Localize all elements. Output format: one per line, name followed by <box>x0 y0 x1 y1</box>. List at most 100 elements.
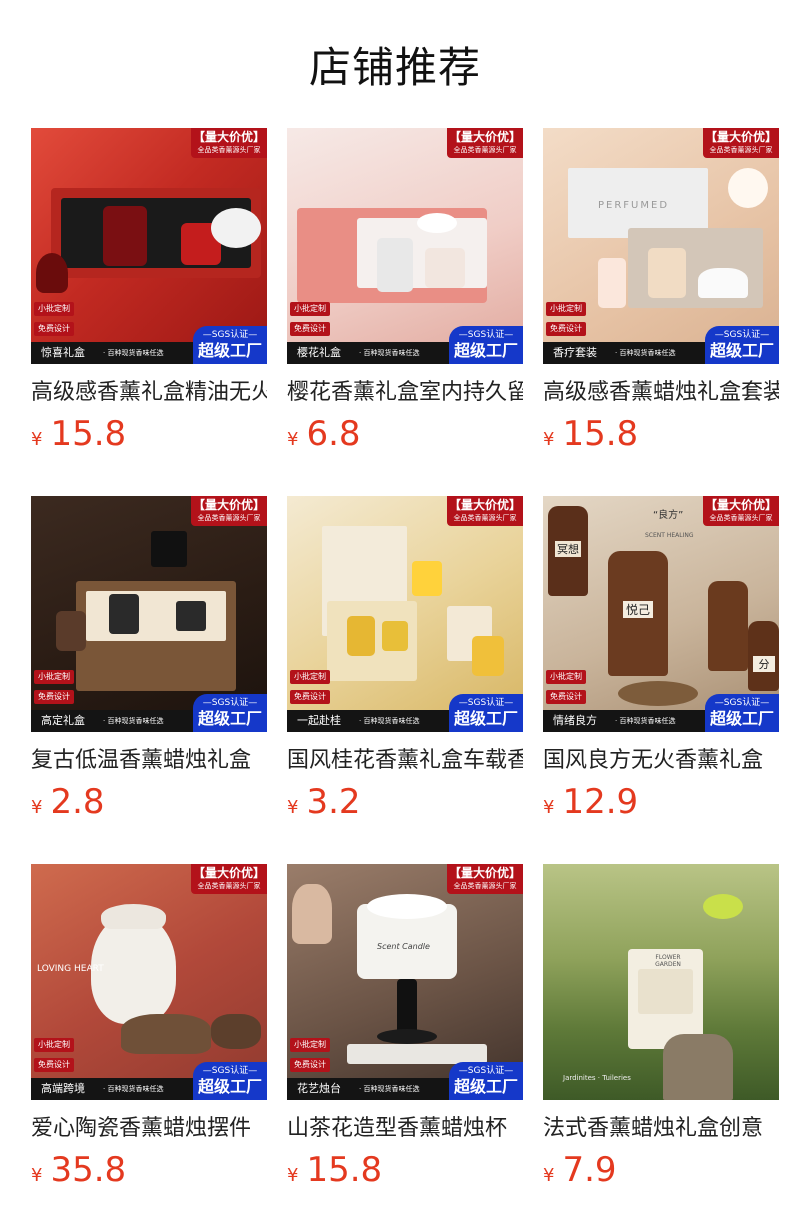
product-card[interactable]: PERFUMED 【量大价优】 全品类香薰源头厂家 小批定制 免费设计 香疗套装… <box>543 128 779 454</box>
product-card[interactable]: 【量大价优】 全品类香薰源头厂家 小批定制 免费设计 樱花礼盒 · 百种现货香味… <box>287 128 523 454</box>
promo-banner: 【量大价优】 全品类香薰源头厂家 <box>191 864 267 894</box>
promo-sub-text: 全品类香薰源头厂家 <box>709 514 773 522</box>
currency-symbol: ¥ <box>31 1165 43 1186</box>
badge-main-text: 超级工厂 <box>453 1077 518 1096</box>
sgs-badge: —SGS认证— 超级工厂 <box>449 1062 523 1100</box>
product-image[interactable]: LOVING HEART 【量大价优】 全品类香薰源头厂家 小批定制 免费设计 … <box>31 864 267 1100</box>
product-price: ¥15.8 <box>543 414 779 454</box>
strip-name: 香疗套装 <box>553 346 597 359</box>
image-caption: LOVING HEART <box>37 964 104 974</box>
product-shape <box>663 1034 733 1100</box>
bottle-label: 悦己 <box>623 601 653 618</box>
promo-main-text: 【量大价优】 <box>192 866 265 880</box>
product-image[interactable]: 【量大价优】 全品类香薰源头厂家 小批定制 免费设计 一起赴桂 · 百种现货香味… <box>287 496 523 732</box>
badge-top-text: —SGS认证— <box>202 1066 258 1076</box>
badge-main-text: 超级工厂 <box>197 1077 262 1096</box>
product-name[interactable]: 山茶花造型香薰蜡烛杯 <box>287 1114 523 1144</box>
image-caption: Scent Candle <box>377 942 430 951</box>
product-name[interactable]: 复古低温香薰蜡烛礼盒 <box>31 746 267 776</box>
product-shape <box>708 581 748 671</box>
product-shape <box>151 531 187 567</box>
strip-sub: · 百种现货香味任选 <box>103 1085 164 1093</box>
sgs-badge: —SGS认证— 超级工厂 <box>449 326 523 364</box>
product-card[interactable]: 【量大价优】 全品类香薰源头厂家 小批定制 免费设计 惊喜礼盒 · 百种现货香味… <box>31 128 267 454</box>
promo-sub-text: 全品类香薰源头厂家 <box>197 146 261 154</box>
image-caption: Jardinites · Tuileries <box>563 1074 631 1082</box>
tag-small-batch: 小批定制 <box>34 670 74 684</box>
product-image[interactable]: FLOWER GARDEN Jardinites · Tuileries <box>543 864 779 1100</box>
currency-symbol: ¥ <box>543 1165 555 1186</box>
product-name[interactable]: 高级感香薰蜡烛礼盒套装 <box>543 378 779 408</box>
product-name[interactable]: 爱心陶瓷香薰蜡烛摆件 <box>31 1114 267 1144</box>
sgs-badge: —SGS认证— 超级工厂 <box>705 694 779 732</box>
strip-name: 花艺烛台 <box>297 1082 341 1095</box>
price-value: 3.2 <box>306 782 361 822</box>
badge-main-text: 超级工厂 <box>453 709 518 728</box>
strip-sub: · 百种现货香味任选 <box>103 717 164 725</box>
currency-symbol: ¥ <box>287 797 299 818</box>
image-caption: PERFUMED <box>598 200 670 211</box>
badge-main-text: 超级工厂 <box>709 709 774 728</box>
promo-sub-text: 全品类香薰源头厂家 <box>453 514 517 522</box>
product-name[interactable]: 国风良方无火香薰礼盒 <box>543 746 779 776</box>
badge-main-text: 超级工厂 <box>453 341 518 360</box>
promo-main-text: 【量大价优】 <box>448 866 521 880</box>
product-name[interactable]: 高级感香薰礼盒精油无火香薰 <box>31 378 267 408</box>
product-image[interactable]: Scent Candle 【量大价优】 全品类香薰源头厂家 小批定制 免费设计 … <box>287 864 523 1100</box>
badge-top-text: —SGS认证— <box>458 330 514 340</box>
product-shape <box>377 238 413 292</box>
product-shape <box>412 561 442 596</box>
promo-sub-text: 全品类香薰源头厂家 <box>453 146 517 154</box>
product-image[interactable]: 【量大价优】 全品类香薰源头厂家 小批定制 免费设计 惊喜礼盒 · 百种现货香味… <box>31 128 267 364</box>
strip-sub: · 百种现货香味任选 <box>359 1085 420 1093</box>
product-shape <box>211 208 261 248</box>
product-shape <box>382 621 408 651</box>
tag-small-batch: 小批定制 <box>34 1038 74 1052</box>
product-card[interactable]: 【量大价优】 全品类香薰源头厂家 小批定制 免费设计 高定礼盒 · 百种现货香味… <box>31 496 267 822</box>
currency-symbol: ¥ <box>287 429 299 450</box>
product-shape <box>103 206 147 266</box>
product-card[interactable]: 【量大价优】 全品类香薰源头厂家 小批定制 免费设计 一起赴桂 · 百种现货香味… <box>287 496 523 822</box>
price-value: 7.9 <box>562 1150 617 1190</box>
price-value: 12.9 <box>562 782 639 822</box>
currency-symbol: ¥ <box>543 797 555 818</box>
tag-free-design: 免费设计 <box>34 322 74 336</box>
product-shape <box>36 253 68 293</box>
product-name[interactable]: 樱花香薰礼盒室内持久留香 <box>287 378 523 408</box>
product-price: ¥3.2 <box>287 782 523 822</box>
product-shape <box>347 1044 487 1064</box>
product-name[interactable]: 法式香薰蜡烛礼盒创意 <box>543 1114 779 1144</box>
product-image[interactable]: PERFUMED 【量大价优】 全品类香薰源头厂家 小批定制 免费设计 香疗套装… <box>543 128 779 364</box>
tag-free-design: 免费设计 <box>290 322 330 336</box>
price-value: 35.8 <box>50 1150 127 1190</box>
product-shape <box>648 248 686 298</box>
product-card[interactable]: FLOWER GARDEN Jardinites · Tuileries 法式香… <box>543 864 779 1190</box>
product-shape <box>56 611 86 651</box>
product-card[interactable]: “良方” SCENT HEALING 冥想 悦己 分 【量大价优】 全品类香薰源… <box>543 496 779 822</box>
tag-free-design: 免费设计 <box>34 1058 74 1072</box>
tag-free-design: 免费设计 <box>546 322 586 336</box>
product-shape <box>367 894 447 919</box>
image-caption: SCENT HEALING <box>645 532 694 539</box>
product-name[interactable]: 国风桂花香薰礼盒车载香 <box>287 746 523 776</box>
tag-free-design: 免费设计 <box>34 690 74 704</box>
product-image[interactable]: 【量大价优】 全品类香薰源头厂家 小批定制 免费设计 高定礼盒 · 百种现货香味… <box>31 496 267 732</box>
product-price: ¥6.8 <box>287 414 523 454</box>
strip-sub: · 百种现货香味任选 <box>359 717 420 725</box>
product-image[interactable]: 【量大价优】 全品类香薰源头厂家 小批定制 免费设计 樱花礼盒 · 百种现货香味… <box>287 128 523 364</box>
promo-main-text: 【量大价优】 <box>448 130 521 144</box>
product-price: ¥15.8 <box>287 1150 523 1190</box>
strip-name: 一起赴桂 <box>297 714 341 727</box>
promo-banner: 【量大价优】 全品类香薰源头厂家 <box>703 496 779 526</box>
product-card[interactable]: Scent Candle 【量大价优】 全品类香薰源头厂家 小批定制 免费设计 … <box>287 864 523 1190</box>
bottle-label: 分 <box>753 656 775 672</box>
product-card[interactable]: LOVING HEART 【量大价优】 全品类香薰源头厂家 小批定制 免费设计 … <box>31 864 267 1190</box>
currency-symbol: ¥ <box>287 1165 299 1186</box>
strip-name: 樱花礼盒 <box>297 346 341 359</box>
product-shape <box>292 884 332 944</box>
product-shape <box>109 594 139 634</box>
tag-free-design: 免费设计 <box>290 1058 330 1072</box>
product-image[interactable]: “良方” SCENT HEALING 冥想 悦己 分 【量大价优】 全品类香薰源… <box>543 496 779 732</box>
tag-small-batch: 小批定制 <box>290 302 330 316</box>
badge-top-text: —SGS认证— <box>202 698 258 708</box>
